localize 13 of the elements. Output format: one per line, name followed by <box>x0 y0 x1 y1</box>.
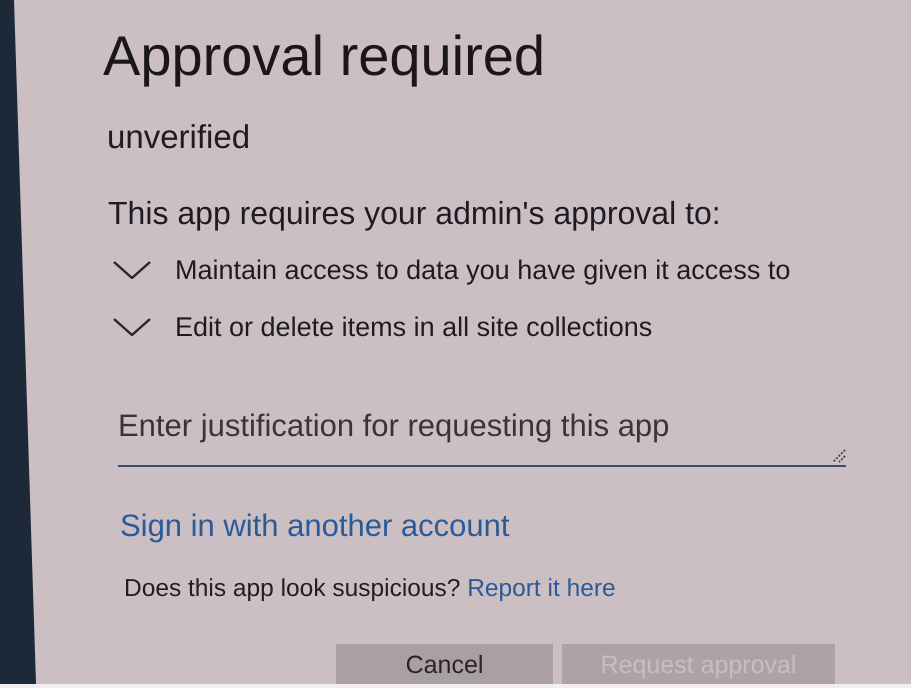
justification-field[interactable]: Enter justification for requesting this app <box>118 406 846 467</box>
intro-text: This app requires your admin's approval to: <box>108 194 722 233</box>
permission-text: Maintain access to data you have given it access to <box>175 254 790 287</box>
sign-in-link[interactable]: Sign in with another account <box>120 506 510 546</box>
cancel-button[interactable]: Cancel <box>336 644 553 684</box>
report-text: Does this app look suspicious? Report it here <box>124 574 617 604</box>
app-status-text: unverified <box>107 117 252 157</box>
permission-text: Edit or delete items in all site collections <box>175 311 652 344</box>
report-link[interactable]: Report it here <box>467 575 616 602</box>
chevron-down-icon[interactable] <box>113 261 151 279</box>
dialog-title: Approval required <box>103 24 546 88</box>
resize-grip-icon[interactable] <box>832 449 846 463</box>
chevron-down-icon[interactable] <box>113 318 151 336</box>
